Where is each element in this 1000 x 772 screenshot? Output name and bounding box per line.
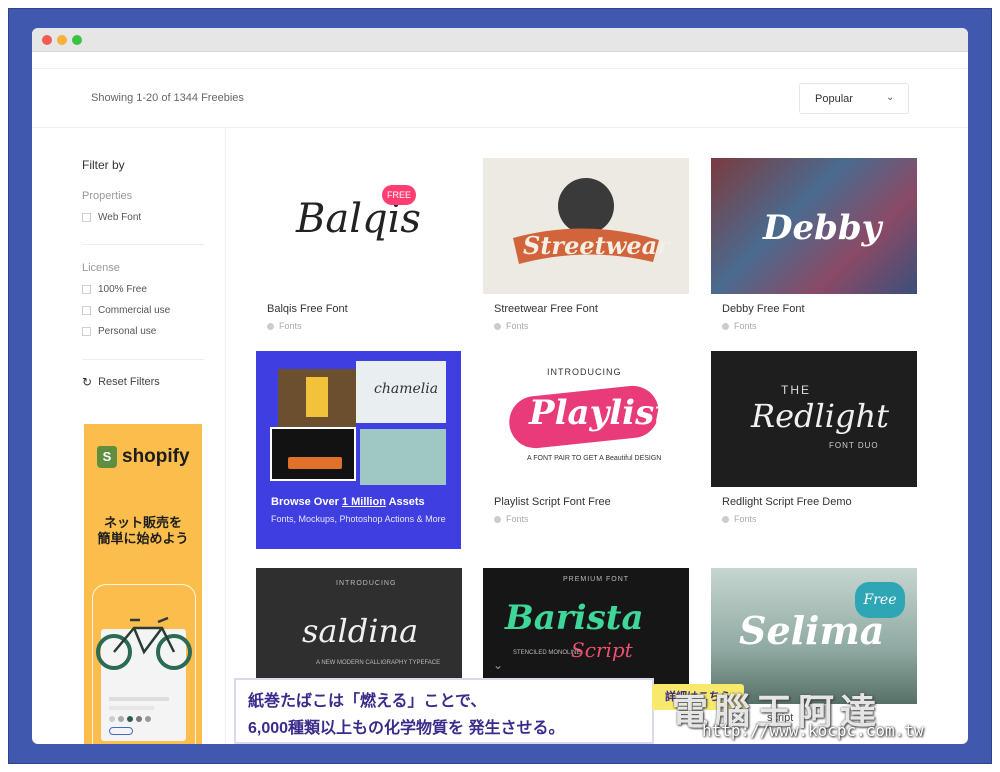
results-toolbar: Showing 1-20 of 1344 Freebies Popular ⌄ xyxy=(32,68,968,128)
category-dot-icon xyxy=(722,515,729,523)
card-thumbnail[interactable]: THE Redlight FONT DUO xyxy=(711,351,917,487)
card-thumbnail[interactable]: Streetwear xyxy=(483,158,689,294)
font-preview-text: Redlight xyxy=(751,397,889,435)
category-dot-icon xyxy=(267,322,274,330)
font-preview-caption: INTRODUCING xyxy=(336,580,397,587)
browser-window: Showing 1-20 of 1344 Freebies Popular ⌄ … xyxy=(32,28,968,744)
checkbox[interactable] xyxy=(82,212,91,222)
category-label: Fonts xyxy=(506,321,529,331)
watermark-url: http://www.kocpc.com.tw xyxy=(702,721,924,740)
chevron-down-icon: ⌄ xyxy=(886,92,895,103)
checkbox[interactable] xyxy=(82,326,91,336)
font-preview-caption: A FONT PAIR TO GET A Beautiful DESIGN xyxy=(527,455,662,462)
font-preview-text: Debby xyxy=(763,208,882,248)
results-count: Showing 1-20 of 1344 Freebies xyxy=(91,92,244,104)
font-preview-caption: THE xyxy=(781,383,811,397)
card-category[interactable]: Fonts xyxy=(494,514,529,524)
promo-title: Browse Over 1 Million Assets xyxy=(271,496,425,508)
category-dot-icon xyxy=(494,515,501,523)
refresh-icon: ↻ xyxy=(82,375,93,389)
card-title[interactable]: Redlight Script Free Demo xyxy=(722,496,852,508)
font-preview-text: Barista xyxy=(505,598,644,638)
font-preview-caption: FONT DUO xyxy=(829,441,879,450)
card-thumbnail[interactable]: Debby xyxy=(711,158,917,294)
shopify-ad[interactable]: S shopify ネット販売を 簡単に始めよう xyxy=(84,424,202,744)
close-window-button[interactable] xyxy=(42,35,52,45)
ad-brand: shopify xyxy=(122,446,190,467)
sort-dropdown[interactable]: Popular ⌄ xyxy=(799,83,909,114)
card-category[interactable]: Fonts xyxy=(267,321,302,331)
promo-mockup-brand: chamelia xyxy=(356,361,446,423)
font-preview-text: Selima xyxy=(739,608,885,653)
font-preview-text: Playlist xyxy=(529,393,670,433)
category-label: Fonts xyxy=(734,514,757,524)
chevron-down-icon: ⌄ xyxy=(493,658,504,672)
checkbox[interactable] xyxy=(82,305,91,315)
card-category[interactable]: Fonts xyxy=(494,321,529,331)
card-title[interactable]: Debby Free Font xyxy=(722,303,805,315)
reset-filters-label: Reset Filters xyxy=(98,376,160,388)
promo-mockup-label: chamelia xyxy=(374,381,439,397)
maximize-window-button[interactable] xyxy=(72,35,82,45)
card-category[interactable]: Fonts xyxy=(722,514,757,524)
sort-value: Popular xyxy=(815,93,853,105)
font-preview-caption: A NEW MODERN CALLIGRAPHY TYPEFACE xyxy=(316,660,441,666)
font-preview-caption: STENCILED MONOLINE xyxy=(513,650,581,656)
reset-filters-button[interactable]: ↻ Reset Filters xyxy=(82,375,160,389)
font-preview-caption: INTRODUCING xyxy=(547,367,622,377)
divider xyxy=(82,359,204,360)
promo-mockup-laptop xyxy=(270,427,356,481)
filter-option-web-font[interactable]: Web Font xyxy=(82,210,141,224)
promo-subtitle: Fonts, Mockups, Photoshop Actions & More xyxy=(271,514,446,524)
card-title[interactable]: Streetwear Free Font xyxy=(494,303,598,315)
category-dot-icon xyxy=(722,322,729,330)
filter-option-commercial-use[interactable]: Commercial use xyxy=(82,303,170,317)
ad-headline-line: 簡単に始めよう xyxy=(97,531,189,546)
filter-option-label: Commercial use xyxy=(98,304,171,316)
category-label: Fonts xyxy=(279,321,302,331)
card-title[interactable]: Playlist Script Font Free xyxy=(494,496,611,508)
window-titlebar xyxy=(32,28,968,52)
category-label: Fonts xyxy=(734,321,757,331)
banner-text-line: 紙巻たばこは「燃える」ことで、 xyxy=(248,693,487,710)
ad-headline: ネット販売を 簡単に始めよう xyxy=(84,515,202,547)
font-preview-text: saldina xyxy=(302,612,419,650)
filter-option-100-free[interactable]: 100% Free xyxy=(82,282,147,296)
divider xyxy=(82,244,204,245)
filter-group-title: Properties xyxy=(82,190,133,202)
category-label: Fonts xyxy=(506,514,529,524)
promo-title-text: Browse Over xyxy=(271,496,342,508)
overlay-ad-banner[interactable]: 紙巻たばこは「燃える」ことで、 6,000種類以上もの化学物質を 発生させる。 xyxy=(234,678,654,744)
card-thumbnail[interactable]: Balqis FREE xyxy=(256,158,462,294)
filter-sidebar: Filter by Properties Web Font License 10… xyxy=(32,128,226,744)
chief-emblem-icon xyxy=(513,178,659,264)
filter-option-label: 100% Free xyxy=(98,283,147,295)
ad-headline-line: ネット販売を xyxy=(103,515,182,530)
filter-group-title: License xyxy=(82,262,120,274)
minimize-window-button[interactable] xyxy=(57,35,67,45)
checkbox[interactable] xyxy=(82,284,91,294)
filter-option-personal-use[interactable]: Personal use xyxy=(82,324,156,338)
card-title[interactable]: Balqis Free Font xyxy=(267,303,348,315)
banner-text-line: 6,000種類以上もの化学物質を 発生させる。 xyxy=(248,720,565,737)
shopping-bag-icon: S xyxy=(97,446,117,468)
font-preview-caption: PREMIUM FONT xyxy=(563,576,630,583)
card-category[interactable]: Fonts xyxy=(722,321,757,331)
site-watermark: 電腦王阿達 http://www.kocpc.com.tw xyxy=(652,683,968,743)
font-preview-text: Streetwear xyxy=(523,231,670,260)
filter-option-label: Web Font xyxy=(98,211,142,223)
card-thumbnail[interactable]: INTRODUCING Playlist A FONT PAIR TO GET … xyxy=(483,351,689,487)
promo-mockup-art xyxy=(360,429,446,485)
filter-title: Filter by xyxy=(82,158,125,172)
promo-mockup-photo xyxy=(278,369,356,427)
bicycle-icon xyxy=(96,616,192,670)
filter-option-label: Personal use xyxy=(98,325,157,337)
promo-title-link[interactable]: 1 Million xyxy=(342,496,386,508)
free-badge: FREE xyxy=(382,185,416,205)
browse-assets-promo[interactable]: chamelia Browse Over 1 Million Assets Fo… xyxy=(256,351,461,549)
promo-title-text: Assets xyxy=(385,496,425,508)
category-dot-icon xyxy=(494,322,501,330)
